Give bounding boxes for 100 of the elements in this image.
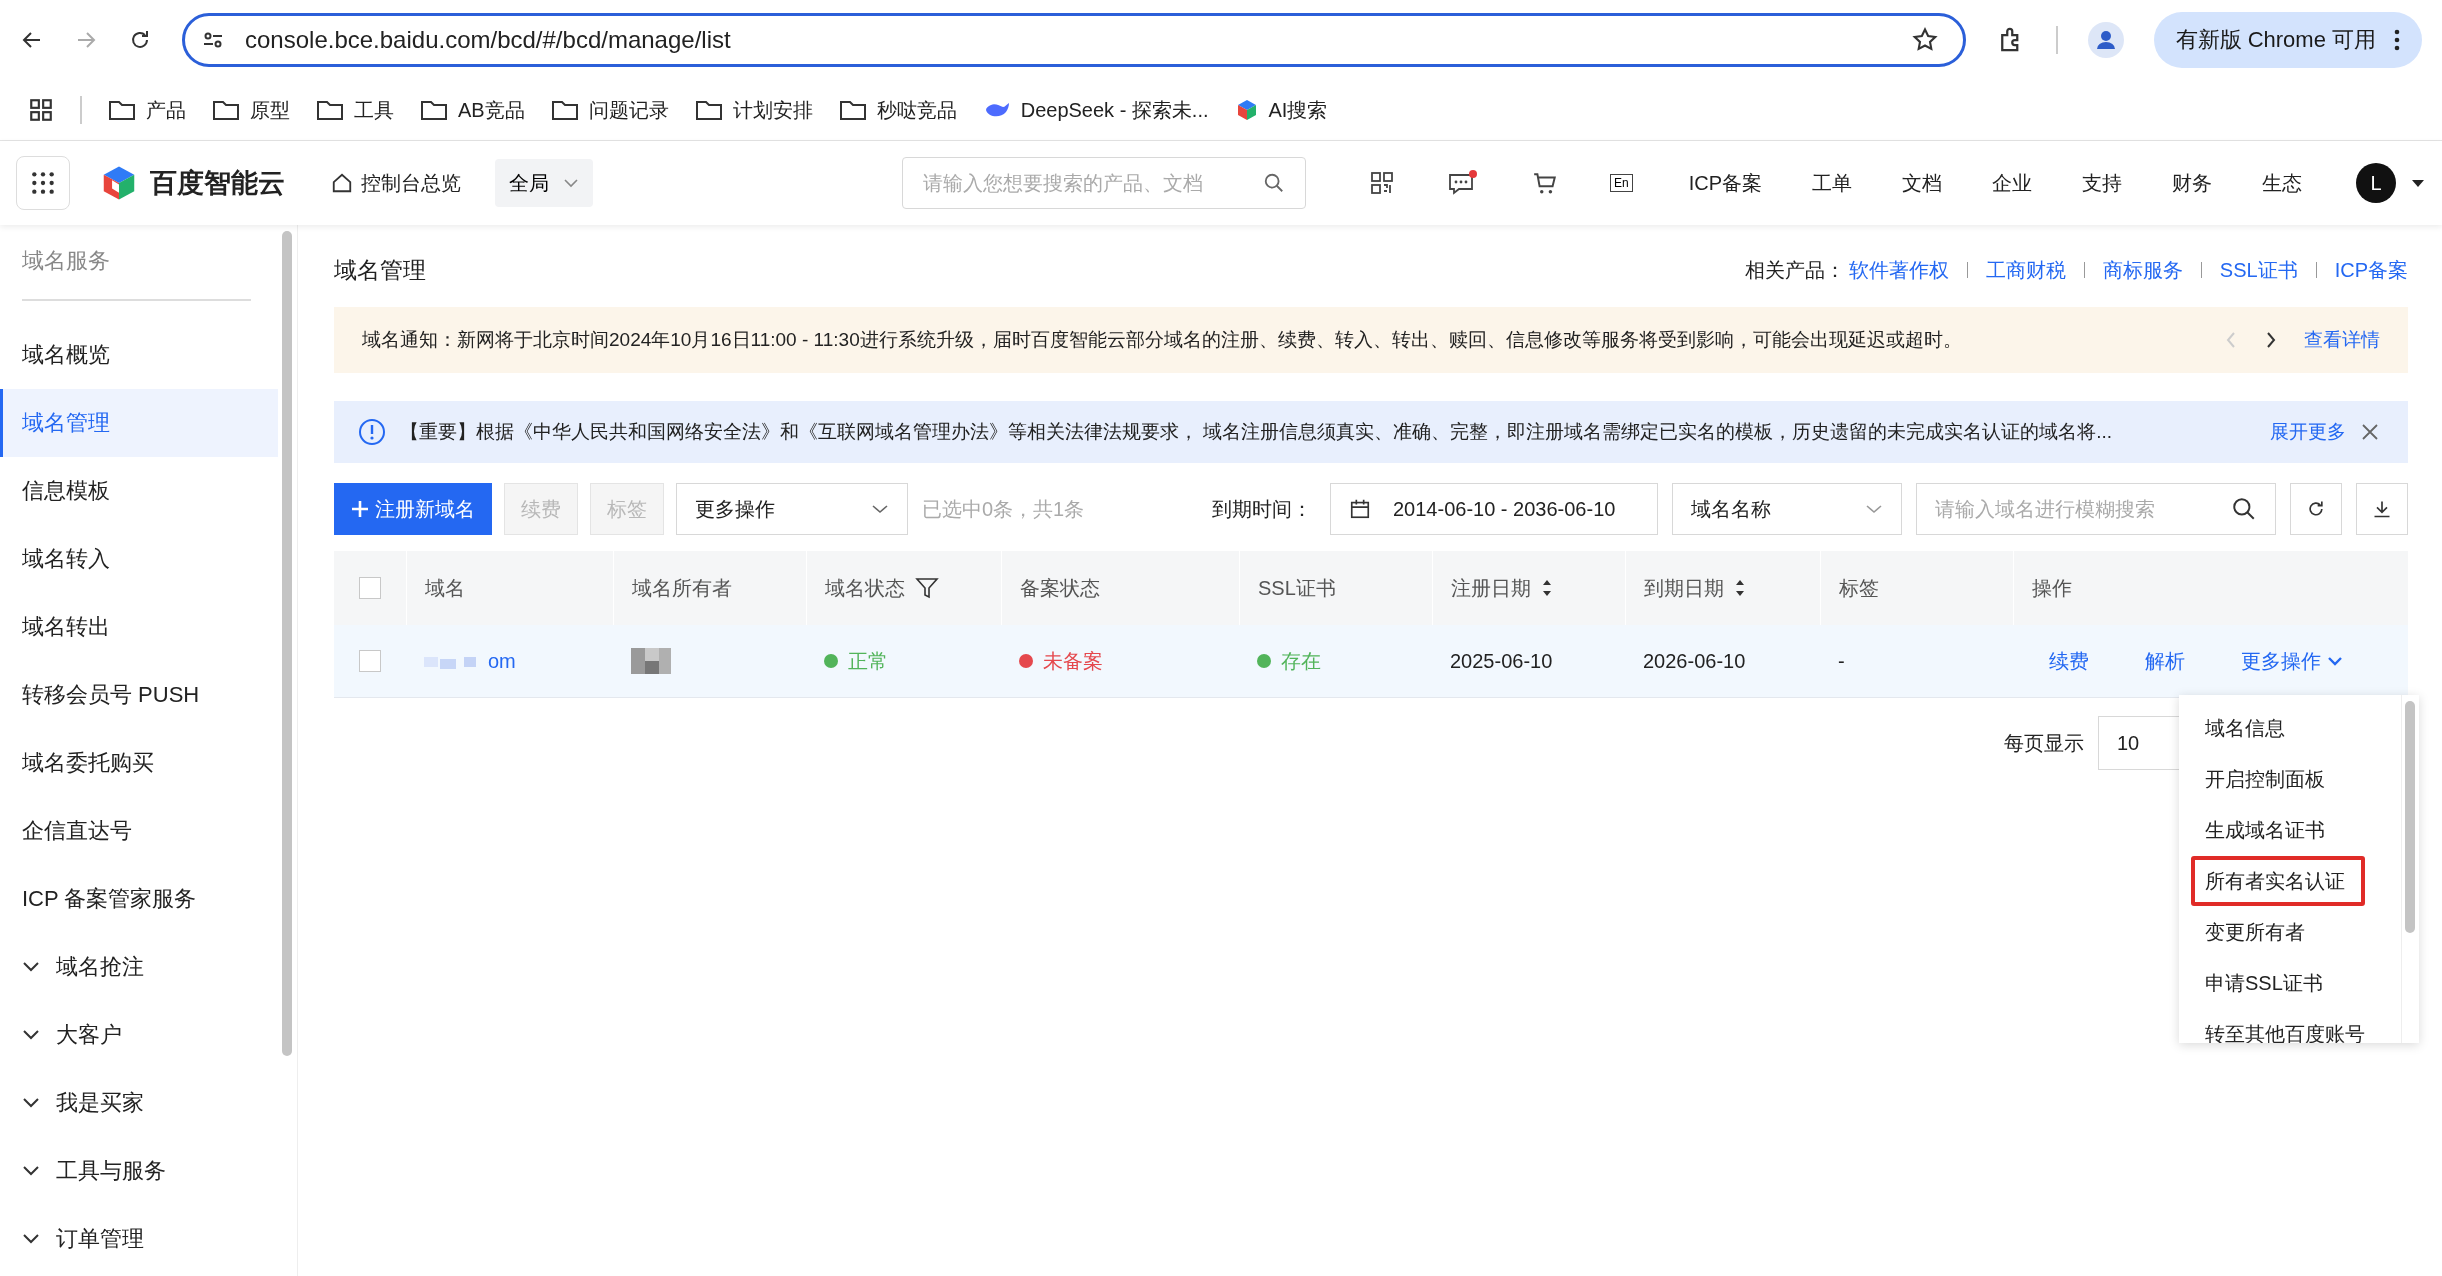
header-link[interactable]: 支持: [2082, 169, 2122, 197]
action-link[interactable]: 续费: [2049, 647, 2089, 675]
column-header: SSL证书: [1258, 575, 1336, 601]
header-link[interactable]: 企业: [1992, 169, 2032, 197]
notice-text: 域名通知：新网将于北京时间2024年10月16日11:00 - 11:30进行系统升级，届时百度智能云部分域名的注册、续费、转入、转出、赎回、信息修改等服务将受到影响，可能会出现延迟或超时。: [362, 328, 1963, 352]
blurred-owner-drawing: [631, 648, 671, 674]
close-icon[interactable]: [2360, 422, 2380, 442]
field-select[interactable]: 域名名称: [1672, 483, 1902, 535]
more-icon: [2394, 29, 2400, 51]
sidebar-item[interactable]: 域名概览: [0, 321, 278, 389]
header-link[interactable]: ICP备案: [1688, 169, 1762, 197]
sidebar-item[interactable]: 企信直达号: [0, 797, 278, 865]
table-cell: 2025-06-10: [1450, 649, 1553, 673]
folder-icon: [694, 98, 723, 122]
date-range-field[interactable]: 2014-06-10 - 2036-06-10: [1330, 483, 1658, 535]
header-link[interactable]: 文档: [1902, 169, 1942, 197]
action-link[interactable]: 更多操作: [2241, 647, 2343, 675]
sidebar-item[interactable]: 转移会员号 PUSH: [0, 661, 278, 729]
bookmark[interactable]: 秒哒竞品: [838, 96, 957, 124]
brand-name[interactable]: 百度智能云: [150, 165, 285, 201]
sidebar-item[interactable]: 大客户: [0, 1001, 278, 1069]
more-actions-select[interactable]: 更多操作: [676, 483, 908, 535]
bookmark[interactable]: AI搜索: [1234, 96, 1328, 124]
qr-code-icon[interactable]: [1369, 171, 1394, 195]
sidebar-item[interactable]: 域名转出: [0, 593, 278, 661]
update-chrome-button[interactable]: 有新版 Chrome 可用: [2153, 12, 2422, 68]
refresh-button[interactable]: [2290, 483, 2342, 535]
menu-button[interactable]: [16, 156, 70, 210]
chevron-icon: [22, 1233, 40, 1245]
notice-link[interactable]: 查看详情: [2304, 327, 2380, 353]
menu-item[interactable]: 申请SSL证书: [2191, 958, 2339, 1008]
bookmark[interactable]: 原型: [212, 96, 290, 124]
sidebar-item[interactable]: 域名抢注: [0, 933, 278, 1001]
sidebar-item[interactable]: 域名转入: [0, 525, 278, 593]
menu-item[interactable]: 变更所有者: [2191, 907, 2321, 957]
bookmark[interactable]: 工具: [316, 96, 394, 124]
chevron-icon: [22, 961, 40, 973]
sidebar-item[interactable]: 信息模板: [0, 457, 278, 525]
region-select[interactable]: 全局: [495, 159, 593, 207]
scrollbar-thumb[interactable]: [2405, 701, 2415, 933]
star-icon[interactable]: [1910, 26, 1939, 54]
avatar[interactable]: L: [2356, 163, 2396, 203]
cart-icon[interactable]: [1531, 170, 1558, 196]
row-checkbox[interactable]: [359, 650, 381, 672]
sidebar-item[interactable]: 我是买家: [0, 1069, 278, 1137]
action-link[interactable]: 解析: [2145, 647, 2185, 675]
ssl-status: 存在: [1281, 648, 1321, 674]
chevron-icon: [22, 1029, 40, 1041]
next-icon[interactable]: [2264, 330, 2278, 350]
related-link[interactable]: 软件著作权: [1848, 256, 1949, 284]
related-link[interactable]: ICP备案: [2334, 256, 2408, 284]
search-icon: [2231, 496, 2257, 522]
header-link[interactable]: 生态: [2262, 169, 2302, 197]
scrollbar-thumb[interactable]: [282, 231, 292, 1056]
column-header: 备案状态: [1020, 575, 1100, 601]
related-link[interactable]: 工商财税: [1985, 256, 2066, 284]
address-bar[interactable]: console.bce.baidu.com/bcd/#/bcd/manage/list: [182, 13, 1966, 67]
sort-icon[interactable]: [1541, 578, 1553, 598]
sidebar-item[interactable]: 域名委托购买: [0, 729, 278, 797]
sidebar-item[interactable]: 订单管理: [0, 1205, 278, 1273]
refresh-icon: [2306, 499, 2326, 519]
download-icon: [2372, 499, 2392, 519]
column-header: 到期日期: [1644, 575, 1724, 601]
sidebar-item[interactable]: ICP 备案管家服务: [0, 865, 278, 933]
menu-item[interactable]: 转至其他百度账号: [2191, 1009, 2381, 1043]
bookmark[interactable]: 产品: [108, 96, 186, 124]
column-header: 操作: [2032, 575, 2072, 601]
date-label: 到期时间：: [1212, 496, 1312, 522]
caret-icon[interactable]: [2410, 177, 2426, 189]
menu-item[interactable]: 所有者实名认证: [2191, 856, 2365, 906]
apps-icon[interactable]: [28, 97, 54, 123]
bookmark[interactable]: 计划安排: [694, 96, 813, 124]
sidebar-title: 域名服务: [21, 247, 111, 275]
domain-link[interactable]: om: [488, 649, 516, 673]
header-link[interactable]: 工单: [1812, 169, 1852, 197]
sort-icon[interactable]: [1734, 578, 1746, 598]
sidebar-item[interactable]: 工具与服务: [0, 1137, 278, 1205]
menu-item[interactable]: 生成域名证书: [2191, 805, 2341, 855]
calendar-icon: [1349, 498, 1371, 520]
page-size-label: 每页显示: [2004, 730, 2084, 756]
column-header: 域名所有者: [632, 575, 732, 601]
folder-icon: [316, 98, 344, 122]
bookmark[interactable]: AB竞品: [420, 96, 525, 124]
profile-icon[interactable]: [2087, 22, 2124, 58]
related-link[interactable]: 商标服务: [2102, 256, 2183, 284]
sidebar-item[interactable]: 域名管理: [0, 389, 278, 457]
bookmark[interactable]: DeepSeek - 探索未...: [982, 96, 1209, 124]
header-link[interactable]: 财务: [2172, 169, 2212, 197]
filter-icon[interactable]: [915, 576, 939, 600]
overview-link[interactable]: 控制台总览: [331, 169, 461, 197]
message-icon[interactable]: [1447, 169, 1478, 197]
bookmark[interactable]: 问题记录: [550, 96, 669, 124]
logo-icon: [102, 165, 136, 201]
related-link[interactable]: SSL证书: [2219, 256, 2298, 284]
register-domain-button[interactable]: 注册新域名: [334, 483, 492, 535]
select-all-checkbox[interactable]: [359, 577, 381, 599]
selection-info: 已选中0条，共1条: [922, 496, 1085, 522]
expand-link[interactable]: 展开更多: [2270, 419, 2346, 445]
language-button[interactable]: En: [1609, 174, 1633, 192]
folder-icon: [212, 98, 240, 122]
